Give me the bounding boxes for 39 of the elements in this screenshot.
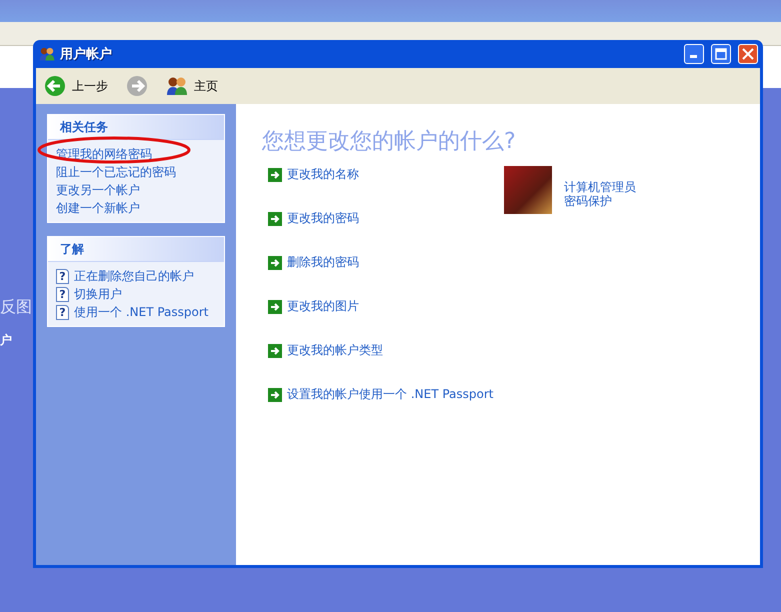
account-status: 密码保护 xyxy=(564,194,613,208)
task-link[interactable]: 删除我的密码 xyxy=(287,254,359,271)
minimize-button[interactable] xyxy=(684,44,704,64)
help-icon: ? xyxy=(56,286,69,302)
task-link[interactable]: 阻止一个已忘记的密码 xyxy=(56,164,216,180)
help-icon: ? xyxy=(56,268,69,284)
arrow-icon xyxy=(268,388,282,402)
maximize-icon xyxy=(715,48,727,60)
arrow-icon xyxy=(268,168,282,182)
task-link[interactable]: 创建一个新帐户 xyxy=(56,200,216,216)
arrow-icon xyxy=(268,300,282,314)
panel-title: 了解 xyxy=(48,237,224,262)
arrow-icon xyxy=(268,212,282,226)
background-text: 户 xyxy=(0,332,12,349)
help-link[interactable]: 使用一个 .NET Passport xyxy=(74,304,208,320)
maximize-button[interactable] xyxy=(711,44,731,64)
task-link[interactable]: 设置我的帐户使用一个 .NET Passport xyxy=(287,386,494,403)
users-icon xyxy=(166,75,188,97)
back-button[interactable]: 上一步 xyxy=(40,73,112,99)
page-heading: 您想更改您的帐户的什么? xyxy=(262,128,517,156)
window-title: 用户帐户 xyxy=(60,46,113,63)
task-link[interactable]: 更改另一个帐户 xyxy=(56,182,216,198)
window-icon xyxy=(39,46,55,62)
help-link[interactable]: 切换用户 xyxy=(74,286,122,302)
arrow-icon xyxy=(268,344,282,358)
help-icon: ? xyxy=(56,304,69,320)
photo-placeholder xyxy=(504,166,552,214)
panel-title: 相关任务 xyxy=(48,115,224,140)
help-link[interactable]: 正在删除您自己的帐户 xyxy=(74,268,194,284)
task-link[interactable]: 更改我的图片 xyxy=(287,298,359,315)
task-link[interactable]: 更改我的帐户类型 xyxy=(287,342,383,359)
close-icon xyxy=(742,48,754,60)
task-link[interactable]: 更改我的密码 xyxy=(287,210,359,227)
task-link[interactable]: 更改我的名称 xyxy=(287,166,359,183)
close-button[interactable] xyxy=(738,44,758,64)
home-button[interactable]: 主页 xyxy=(162,73,222,99)
account-name: 计算机管理员 xyxy=(564,180,636,194)
background-text: 反图 xyxy=(0,297,32,318)
arrow-icon xyxy=(268,256,282,270)
